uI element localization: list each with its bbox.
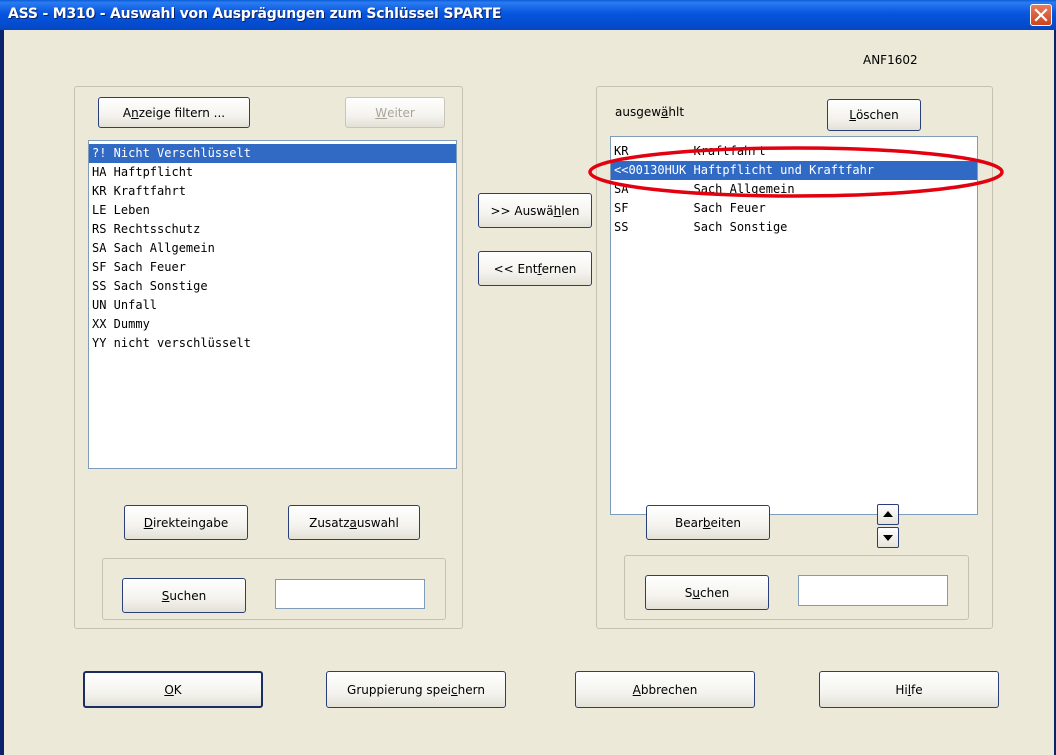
arrow-up-icon <box>883 511 893 517</box>
remove-button[interactable]: << Ent f ernen <box>478 251 592 286</box>
move-up-button[interactable] <box>877 504 899 525</box>
close-icon <box>1034 8 1048 22</box>
selected-values-list[interactable]: KR Kraftfahrt <<00130HUK Haftpflicht und … <box>610 136 978 515</box>
window-title: ASS - M310 - Auswahl von Ausprägungen zu… <box>8 6 502 22</box>
save-grouping-button[interactable]: Gruppierung spei c hern <box>326 671 506 708</box>
available-values-items: ?! Nicht Verschlüsselt HA Haftpflicht KR K… <box>89 144 456 353</box>
list-item[interactable]: SS Sach Sonstige <box>89 277 456 296</box>
dialog-window: ASS - M310 - Auswahl von Ausprägungen zu… <box>0 0 1056 755</box>
close-button[interactable] <box>1030 4 1052 26</box>
list-item[interactable]: HA Haftpflicht <box>89 163 456 182</box>
help-button[interactable]: Hi l fe <box>819 671 999 708</box>
list-item[interactable]: SA Sach Allgemein <box>89 239 456 258</box>
edit-button[interactable]: Bear b eiten <box>646 505 770 540</box>
list-item[interactable]: YY nicht verschlüsselt <box>89 334 456 353</box>
list-item[interactable]: <<00130HUK Haftpflicht und Kraftfahr <box>611 161 977 180</box>
dialog-body: ANF1602 An zeige filtern ... Weiter ?! Ni… <box>4 30 1054 755</box>
filter-display-button[interactable]: An zeige filtern ... <box>98 97 250 128</box>
right-search-button[interactable]: Su chen <box>645 575 769 610</box>
extra-select-button[interactable]: Zusatz a uswahl <box>288 505 420 540</box>
left-search-button[interactable]: Suchen <box>122 578 246 613</box>
list-item[interactable]: KR Kraftfahrt <box>611 142 977 161</box>
select-button[interactable]: >> Auswä h len <box>478 193 592 228</box>
list-item[interactable]: KR Kraftfahrt <box>89 182 456 201</box>
list-item[interactable]: XX Dummy <box>89 315 456 334</box>
list-item[interactable]: UN Unfall <box>89 296 456 315</box>
list-item[interactable]: RS Rechtsschutz <box>89 220 456 239</box>
arrow-down-icon <box>883 535 893 541</box>
list-item[interactable]: SF Sach Feuer <box>89 258 456 277</box>
available-values-list[interactable]: ?! Nicht Verschlüsselt HA Haftpflicht KR K… <box>88 140 457 469</box>
selected-values-items: KR Kraftfahrt <<00130HUK Haftpflicht und … <box>611 142 977 237</box>
left-search-input[interactable] <box>275 579 425 609</box>
list-item[interactable]: LE Leben <box>89 201 456 220</box>
selected-label: ausgewählt <box>615 105 685 119</box>
list-item[interactable]: ?! Nicht Verschlüsselt <box>89 144 456 163</box>
list-item[interactable]: SA Sach Allgemein <box>611 180 977 199</box>
list-item[interactable]: SS Sach Sonstige <box>611 218 977 237</box>
move-down-button[interactable] <box>877 527 899 548</box>
form-id-label: ANF1602 <box>863 53 918 67</box>
ok-button[interactable]: OK <box>83 671 263 708</box>
delete-button[interactable]: Löschen <box>827 99 921 131</box>
right-search-input[interactable] <box>798 575 948 606</box>
list-item[interactable]: SF Sach Feuer <box>611 199 977 218</box>
cancel-button[interactable]: Abbrechen <box>575 671 755 708</box>
title-bar[interactable]: ASS - M310 - Auswahl von Ausprägungen zu… <box>0 0 1056 30</box>
direct-input-button[interactable]: Direkteingabe <box>124 505 248 540</box>
next-button[interactable]: Weiter <box>345 97 445 128</box>
